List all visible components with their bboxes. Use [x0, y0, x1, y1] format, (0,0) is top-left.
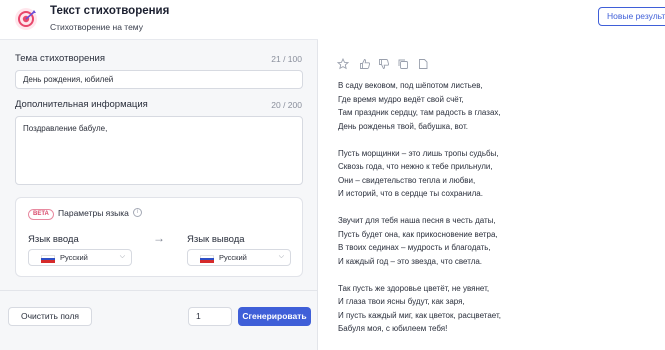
poem-line: В твоих сединах – мудрость и благодать, [338, 243, 491, 252]
poem-line: Там праздник сердцу, там радость в глаза… [338, 108, 501, 117]
thumbs-up-icon[interactable] [359, 58, 371, 70]
star-icon[interactable] [336, 57, 350, 70]
extra-info-label: Дополнительная информация [15, 99, 148, 110]
output-language-value: Русский [219, 253, 247, 262]
poem-stanza: Звучит для тебя наша песня в честь даты,… [338, 214, 648, 268]
page-title: Текст стихотворения [50, 5, 170, 17]
beta-badge: BETA [28, 209, 54, 220]
russia-flag-icon [200, 255, 214, 263]
poem-line: Они – свидетельство тепла и любви, [338, 175, 476, 185]
input-panel: Текст стихотворения Стихотворение на тем… [0, 0, 318, 350]
quantity-input[interactable]: 1 [188, 307, 232, 326]
poem-line: День рожденья твой, бабушка, вот. [338, 121, 468, 131]
copy-icon[interactable] [397, 58, 409, 70]
language-settings-title: Параметры языка [58, 208, 129, 218]
result-panel: Новые результаты В саду вековом, под шёп… [319, 0, 665, 350]
input-language-select[interactable]: Русский ⌵ [28, 249, 132, 266]
arrow-right-icon: → [153, 231, 165, 245]
poem-line: Бабуля моя, с юбилеем тебя! [338, 324, 448, 333]
poem-line: И глаза твои ясны будут, как заря, [338, 297, 465, 306]
russia-flag-icon [41, 255, 55, 263]
new-results-button[interactable]: Новые результаты [598, 7, 665, 26]
input-language-value: Русский [60, 253, 88, 262]
poem-stanza: Пусть морщинки – это лишь тропы судьбы, … [338, 147, 648, 201]
thumbs-down-icon[interactable] [378, 58, 390, 70]
extra-info-textarea[interactable]: Поздравление бабуле, [15, 116, 303, 185]
poem-stanza: Так пусть же здоровье цветёт, не увянет,… [338, 282, 648, 336]
poem-line: Сквозь года, что нежно к тебе прильнули, [338, 162, 493, 171]
page-subtitle: Стихотворение на тему [50, 22, 143, 32]
info-icon[interactable]: i [133, 208, 142, 217]
poem-line: И каждый год – это звезда, что светла. [338, 256, 483, 266]
topic-input[interactable]: День рождения, юбилей [15, 70, 303, 89]
topic-counter: 21 / 100 [271, 54, 302, 64]
poem-line: Звучит для тебя наша песня в честь даты, [338, 216, 496, 225]
input-language-label: Язык ввода [28, 234, 79, 245]
poem-line: Пусть морщинки – это лишь тропы судьбы, [338, 148, 499, 158]
poem-line: Пусть будет она, как прикосновение ветра… [338, 229, 498, 239]
chevron-down-icon: ⌵ [278, 253, 284, 260]
generate-button[interactable]: Сгенерировать [238, 307, 311, 326]
poem-text: В саду вековом, под шёпотом листьев, Где… [338, 79, 648, 349]
topic-label: Тема стихотворения [15, 53, 105, 64]
document-icon[interactable] [417, 58, 429, 70]
chevron-down-icon: ⌵ [119, 253, 125, 260]
language-settings: BETA Параметры языка i Язык ввода → Язык… [15, 197, 303, 277]
target-logo-icon [15, 8, 37, 30]
poem-line: Где время мудро ведёт свой счёт, [338, 94, 464, 104]
poem-stanza: В саду вековом, под шёпотом листьев, Где… [338, 79, 648, 133]
output-language-label: Язык вывода [187, 234, 245, 245]
poem-line: Так пусть же здоровье цветёт, не увянет, [338, 283, 490, 293]
poem-line: В саду вековом, под шёпотом листьев, [338, 81, 483, 90]
extra-info-counter: 20 / 200 [271, 100, 302, 110]
poem-line: И пусть каждый миг, как цветок, расцвета… [338, 310, 501, 320]
output-language-select[interactable]: Русский ⌵ [187, 249, 291, 266]
poem-line: И историй, что в сердце ты сохранила. [338, 189, 483, 198]
footer-divider [0, 290, 318, 291]
panel-header: Текст стихотворения Стихотворение на тем… [0, 0, 318, 40]
clear-fields-button[interactable]: Очистить поля [8, 307, 92, 326]
